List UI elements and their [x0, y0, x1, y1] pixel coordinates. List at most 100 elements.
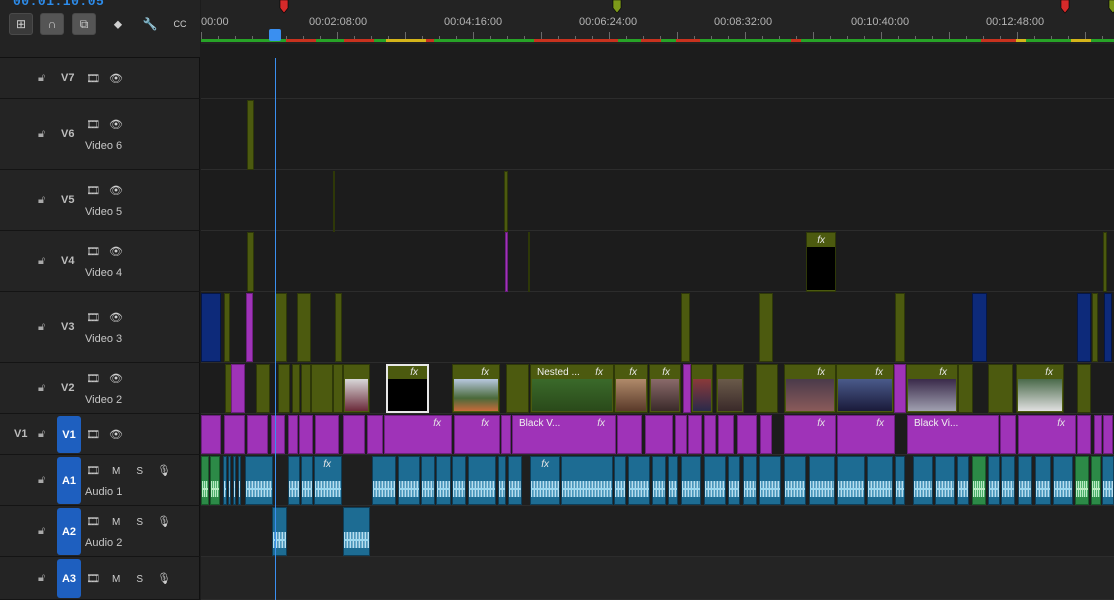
video-clip[interactable]	[288, 415, 298, 454]
insert-sequence-as-nest-icon[interactable]: ⊞	[9, 13, 33, 35]
audio-clip[interactable]	[837, 456, 865, 505]
audio-clip[interactable]	[704, 456, 726, 505]
track-lane-v4[interactable]	[201, 231, 1114, 292]
add-marker-icon[interactable]: ⬥	[106, 13, 130, 35]
video-clip[interactable]	[278, 364, 290, 413]
toggle-output-eye-icon[interactable]: 👁︎	[109, 429, 123, 441]
audio-clip[interactable]	[759, 456, 781, 505]
audio-clip[interactable]	[245, 456, 273, 505]
video-clip[interactable]	[343, 364, 370, 413]
toggle-output-eye-icon[interactable]: 👁︎	[109, 73, 123, 85]
toggle-output-eye-icon[interactable]: 👁︎	[109, 312, 123, 324]
playhead-handle[interactable]	[269, 29, 281, 41]
voice-over-record-icon[interactable]: 🎙︎	[157, 573, 171, 585]
video-clip[interactable]	[297, 293, 311, 362]
lock-track-icon[interactable]: 🔓︎	[38, 194, 50, 207]
video-clip[interactable]	[1094, 415, 1102, 454]
audio-clip[interactable]	[233, 456, 236, 505]
video-clip[interactable]	[335, 293, 342, 362]
audio-clip[interactable]	[957, 456, 969, 505]
toggle-sync-lock-icon[interactable]: 🎞︎	[86, 373, 100, 385]
video-clip[interactable]	[1077, 415, 1091, 454]
voice-over-record-icon[interactable]: 🎙︎	[157, 465, 171, 477]
audio-clip[interactable]	[1018, 456, 1032, 505]
video-clip[interactable]	[247, 232, 254, 292]
video-clip[interactable]: fx	[837, 415, 895, 454]
solo-button[interactable]: S	[136, 517, 143, 528]
video-clip[interactable]	[737, 415, 757, 454]
video-clip[interactable]	[501, 415, 511, 454]
video-clip[interactable]	[506, 364, 529, 413]
video-clip[interactable]	[505, 232, 508, 292]
audio-clip[interactable]	[972, 456, 986, 505]
video-clip[interactable]	[301, 364, 311, 413]
video-clip[interactable]	[231, 364, 245, 413]
track-target-a2[interactable]: A2	[57, 508, 81, 555]
audio-clip[interactable]	[681, 456, 701, 505]
video-clip[interactable]	[617, 415, 642, 454]
audio-clip[interactable]	[1075, 456, 1089, 505]
video-clip[interactable]	[224, 415, 245, 454]
lock-track-icon[interactable]: 🔓︎	[38, 474, 50, 487]
audio-clip[interactable]	[935, 456, 955, 505]
video-clip[interactable]	[716, 364, 744, 413]
audio-clip[interactable]	[652, 456, 666, 505]
audio-clip[interactable]	[343, 507, 370, 556]
audio-clip[interactable]	[614, 456, 626, 505]
lock-track-icon[interactable]: 🔓︎	[38, 525, 50, 538]
video-clip[interactable]	[504, 171, 508, 232]
track-target-a1[interactable]: A1	[57, 457, 81, 504]
video-clip[interactable]	[275, 293, 287, 362]
lock-track-icon[interactable]: 🔓︎	[38, 255, 50, 268]
audio-clip[interactable]	[895, 456, 905, 505]
video-clip[interactable]: fx	[784, 364, 836, 413]
solo-button[interactable]: S	[136, 574, 143, 585]
video-clip[interactable]	[704, 415, 716, 454]
video-clip[interactable]	[691, 364, 713, 413]
audio-clip[interactable]	[628, 456, 650, 505]
video-clip[interactable]: fx	[784, 415, 836, 454]
audio-clip[interactable]: fx	[314, 456, 342, 505]
video-clip[interactable]	[1104, 293, 1112, 362]
video-clip[interactable]	[367, 415, 383, 454]
toggle-sync-lock-icon[interactable]: 🎞︎	[86, 429, 100, 441]
video-clip[interactable]	[292, 364, 300, 413]
video-clip[interactable]: fx	[384, 415, 452, 454]
video-clip[interactable]: fx	[1016, 364, 1064, 413]
video-clip[interactable]	[246, 293, 253, 362]
video-clip[interactable]	[247, 100, 254, 170]
toggle-sync-lock-icon[interactable]: 🎞︎	[86, 465, 100, 477]
audio-clip[interactable]	[421, 456, 435, 505]
audio-clip[interactable]	[867, 456, 893, 505]
audio-clip[interactable]	[436, 456, 451, 505]
audio-clip[interactable]	[988, 456, 1000, 505]
video-clip[interactable]	[756, 364, 778, 413]
audio-clip[interactable]	[398, 456, 420, 505]
video-clip[interactable]	[315, 415, 339, 454]
snap-icon[interactable]: ∩	[40, 13, 64, 35]
lock-track-icon[interactable]: 🔓︎	[38, 321, 50, 334]
video-clip[interactable]	[675, 415, 687, 454]
video-clip[interactable]: Black Vi...	[907, 415, 999, 454]
source-patch-v1[interactable]: V1	[14, 428, 27, 440]
video-clip[interactable]: fx	[614, 364, 648, 413]
mute-button[interactable]: M	[112, 574, 120, 585]
audio-clip[interactable]	[561, 456, 613, 505]
audio-clip[interactable]	[743, 456, 757, 505]
video-clip[interactable]	[895, 293, 905, 362]
video-clip[interactable]	[247, 415, 268, 454]
toggle-sync-lock-icon[interactable]: 🎞︎	[86, 73, 100, 85]
lock-track-icon[interactable]: 🔓︎	[38, 572, 50, 585]
video-clip[interactable]: fx	[906, 364, 958, 413]
video-clip[interactable]: fx	[649, 364, 681, 413]
video-clip[interactable]	[894, 364, 906, 413]
video-clip[interactable]	[681, 293, 690, 362]
track-lane-v6[interactable]	[201, 99, 1114, 170]
lock-track-icon[interactable]: 🔓︎	[38, 72, 50, 85]
toggle-sync-lock-icon[interactable]: 🎞︎	[86, 185, 100, 197]
video-clip[interactable]	[299, 415, 313, 454]
video-clip[interactable]	[343, 415, 365, 454]
video-clip[interactable]	[1103, 232, 1107, 292]
audio-clip[interactable]	[1035, 456, 1051, 505]
video-clip[interactable]	[256, 364, 270, 413]
